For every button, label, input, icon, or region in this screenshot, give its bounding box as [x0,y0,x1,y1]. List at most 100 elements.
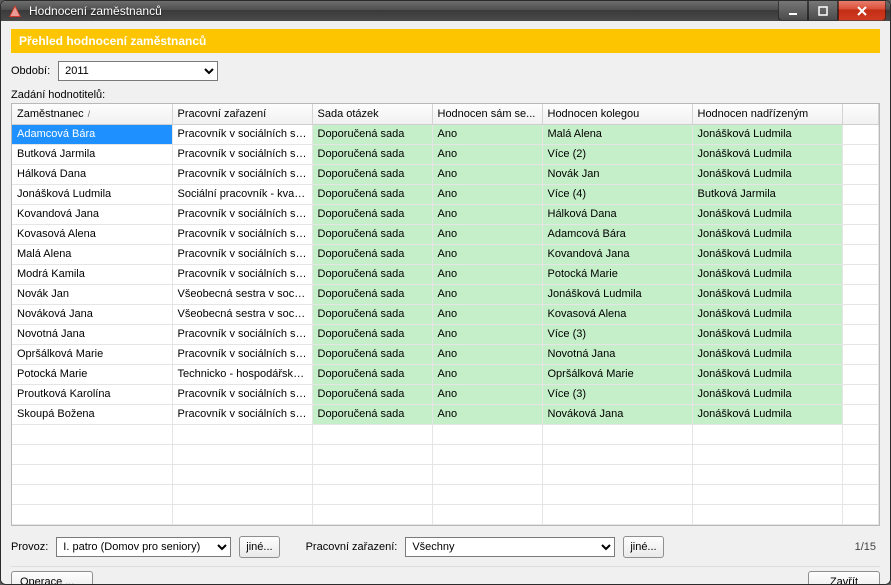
col-employee[interactable]: Zaměstnanec/ [12,104,172,124]
cell-questions: Doporučená sada [312,144,432,164]
cell-spacer [842,264,879,284]
col-supervisor[interactable]: Hodnocen nadřízeným [692,104,842,124]
cell-self: Ano [432,244,542,264]
table-row[interactable]: Potocká MarieTechnicko - hospodářský pr.… [12,364,879,384]
col-spacer [842,104,879,124]
cell-questions: Doporučená sada [312,124,432,144]
cell-supervisor: Jonášková Ludmila [692,164,842,184]
table-row-empty [12,464,879,484]
cell-self: Ano [432,284,542,304]
zarazeni-label: Pracovní zařazení: [306,541,398,553]
period-select[interactable]: 2011 [58,61,218,81]
col-colleague[interactable]: Hodnocen kolegou [542,104,692,124]
cell-employee: Opršálková Marie [12,344,172,364]
operations-button[interactable]: Operace ... [11,571,93,585]
table-body: Adamcová Bára Pracovník v sociálních služ… [12,124,879,524]
cell-supervisor: Jonášková Ludmila [692,144,842,164]
minimize-button[interactable] [778,1,808,21]
zarazeni-other-button[interactable]: jiné... [623,536,663,558]
table-row[interactable]: Butková JarmilaPracovník v sociálních sl… [12,144,879,164]
cell-questions: Doporučená sada [312,224,432,244]
cell-employee: Modrá Kamila [12,264,172,284]
evaluators-heading: Zadání hodnotitelů: [11,89,880,101]
period-label: Období: [11,65,50,77]
cell-colleague: Kovasová Alena [542,304,692,324]
close-window-button[interactable] [838,1,886,21]
table-row[interactable]: Kovandová JanaPracovník v sociálních slu… [12,204,879,224]
cell-position: Sociální pracovník - kvalifik... [172,184,312,204]
cell-supervisor: Jonášková Ludmila [692,324,842,344]
cell-colleague: Více (3) [542,324,692,344]
cell-colleague: Hálková Dana [542,204,692,224]
table-row[interactable]: Opršálková MariePracovník v sociálních s… [12,344,879,364]
provoz-select[interactable]: I. patro (Domov pro seniory) [56,537,231,557]
cell-employee: Novák Jan [12,284,172,304]
zarazeni-select[interactable]: Všechny [405,537,615,557]
cell-spacer [842,144,879,164]
cell-colleague: Kovandová Jana [542,244,692,264]
cell-position: Všeobecná sestra v sociální... [172,304,312,324]
cell-colleague: Nováková Jana [542,404,692,424]
cell-colleague: Adamcová Bára [542,224,692,244]
page-count: 1/15 [855,541,876,553]
cell-self: Ano [432,344,542,364]
cell-position: Pracovník v sociálních služ... [172,144,312,164]
cell-questions: Doporučená sada [312,244,432,264]
table-row[interactable]: Modrá KamilaPracovník v sociálních služ.… [12,264,879,284]
cell-position: Pracovník v sociálních služ... [172,344,312,364]
provoz-other-button[interactable]: jiné... [239,536,279,558]
maximize-button[interactable] [808,1,838,21]
table-row[interactable]: Novotná JanaPracovník v sociálních služ.… [12,324,879,344]
table-row-empty [12,444,879,464]
cell-colleague: Novotná Jana [542,344,692,364]
table-row[interactable]: Malá AlenaPracovník v sociálních služ...… [12,244,879,264]
cell-spacer [842,204,879,224]
table-row[interactable]: Skoupá BoženaPracovník v sociálních služ… [12,404,879,424]
cell-supervisor: Jonášková Ludmila [692,344,842,364]
cell-questions: Doporučená sada [312,344,432,364]
cell-spacer [842,324,879,344]
cell-questions: Doporučená sada [312,204,432,224]
cell-employee: Hálková Dana [12,164,172,184]
cell-spacer [842,124,879,144]
cell-employee: Malá Alena [12,244,172,264]
cell-spacer [842,364,879,384]
cell-self: Ano [432,364,542,384]
table-row[interactable]: Adamcová BáraPracovník v sociálních služ… [12,124,879,144]
table-row[interactable]: Novák JanVšeobecná sestra v sociální...D… [12,284,879,304]
cell-questions: Doporučená sada [312,264,432,284]
cell-spacer [842,284,879,304]
col-position[interactable]: Pracovní zařazení [172,104,312,124]
cell-colleague: Malá Alena [542,124,692,144]
cell-questions: Doporučená sada [312,324,432,344]
cell-position: Pracovník v sociálních služ... [172,264,312,284]
table-row[interactable]: Hálková DanaPracovník v sociálních služ.… [12,164,879,184]
cell-colleague: Více (3) [542,384,692,404]
cell-employee: Jonášková Ludmila [12,184,172,204]
filter-bar: Provoz: I. patro (Domov pro seniory) jin… [11,532,880,566]
cell-self: Ano [432,164,542,184]
employees-table-wrap[interactable]: Zaměstnanec/ Pracovní zařazení Sada otáz… [11,103,880,526]
cell-supervisor: Jonášková Ludmila [692,204,842,224]
cell-spacer [842,244,879,264]
cell-supervisor: Jonášková Ludmila [692,264,842,284]
table-row[interactable]: Proutková KarolínaPracovník v sociálních… [12,384,879,404]
cell-questions: Doporučená sada [312,404,432,424]
cell-colleague: Potocká Marie [542,264,692,284]
col-questions[interactable]: Sada otázek [312,104,432,124]
table-row[interactable]: Nováková JanaVšeobecná sestra v sociální… [12,304,879,324]
table-row[interactable]: Kovasová AlenaPracovník v sociálních slu… [12,224,879,244]
cell-position: Pracovník v sociálních služ... [172,384,312,404]
close-button[interactable]: Zavřít [808,571,880,585]
cell-questions: Doporučená sada [312,284,432,304]
cell-questions: Doporučená sada [312,364,432,384]
cell-colleague: Více (2) [542,144,692,164]
col-self[interactable]: Hodnocen sám se... [432,104,542,124]
cell-supervisor: Jonášková Ludmila [692,404,842,424]
cell-colleague: Novák Jan [542,164,692,184]
cell-supervisor: Jonášková Ludmila [692,224,842,244]
period-row: Období: 2011 [11,61,880,81]
table-row[interactable]: Jonášková LudmilaSociální pracovník - kv… [12,184,879,204]
cell-supervisor: Jonášková Ludmila [692,304,842,324]
employees-table: Zaměstnanec/ Pracovní zařazení Sada otáz… [12,104,879,525]
